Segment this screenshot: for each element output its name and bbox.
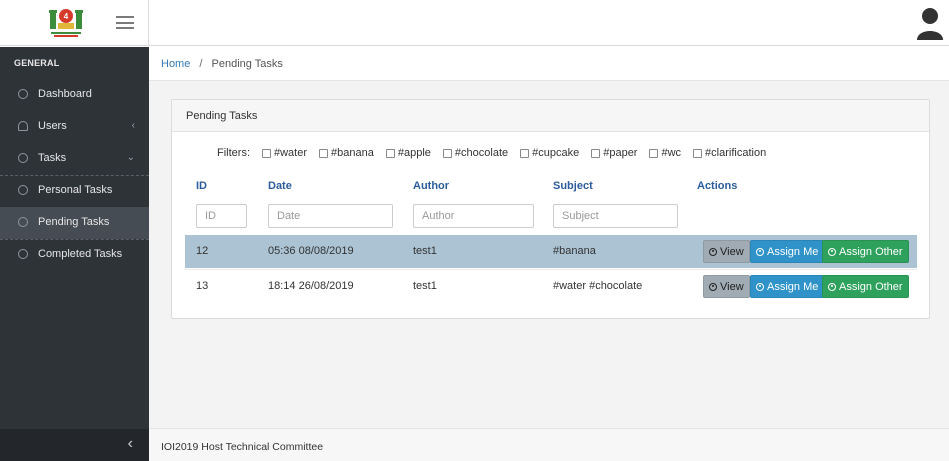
sidebar-item-users[interactable]: Users ‹ bbox=[0, 111, 149, 143]
column-header-author[interactable]: Author bbox=[413, 180, 449, 192]
filter-apple-checkbox[interactable]: #apple bbox=[385, 147, 431, 159]
cell-date: 18:14 26/08/2019 bbox=[268, 280, 354, 292]
cell-subject: #water #chocolate bbox=[553, 280, 643, 292]
sidebar-item-label: Pending Tasks bbox=[38, 216, 110, 228]
eye-icon bbox=[709, 282, 717, 291]
cell-id: 13 bbox=[196, 280, 209, 292]
hamburger-icon bbox=[116, 16, 134, 18]
user-icon bbox=[18, 121, 28, 131]
panel-title: Pending Tasks bbox=[172, 100, 929, 132]
assign-other-button[interactable]: Assign Other bbox=[822, 275, 909, 298]
filter-banana-checkbox[interactable]: #banana bbox=[319, 147, 374, 159]
sidebar-footer: ‹ bbox=[0, 429, 149, 461]
filter-wc-checkbox[interactable]: #wc bbox=[649, 147, 681, 159]
breadcrumb-home-link[interactable]: Home bbox=[161, 58, 190, 70]
dashboard-icon bbox=[18, 89, 28, 99]
filters-label: Filters: bbox=[217, 147, 250, 159]
page-footer: IOI2019 Host Technical Committee bbox=[149, 428, 949, 461]
column-header-date[interactable]: Date bbox=[268, 180, 292, 192]
sidebar-item-label: Users bbox=[38, 120, 67, 132]
eye-icon bbox=[709, 247, 717, 256]
filter-chocolate-checkbox[interactable]: #chocolate bbox=[442, 147, 508, 159]
sidebar-section-title: GENERAL bbox=[14, 58, 60, 68]
table-row[interactable]: 13 18:14 26/08/2019 test1 #water #chocol… bbox=[185, 269, 917, 302]
user-avatar-icon[interactable] bbox=[915, 6, 945, 40]
check-circle-icon bbox=[18, 153, 28, 163]
sidebar-item-completed-tasks[interactable]: Completed Tasks bbox=[0, 239, 149, 271]
assign-me-button[interactable]: Assign Me bbox=[750, 275, 825, 298]
breadcrumb: Home / Pending Tasks bbox=[149, 47, 949, 81]
target-icon bbox=[756, 282, 764, 291]
sidebar-item-label: Dashboard bbox=[38, 88, 92, 100]
target-icon bbox=[756, 247, 764, 256]
menu-toggle-button[interactable] bbox=[116, 16, 134, 29]
cell-subject: #banana bbox=[553, 245, 596, 257]
column-header-actions: Actions bbox=[697, 180, 738, 192]
breadcrumb-separator: / bbox=[199, 58, 203, 70]
cell-author: test1 bbox=[413, 245, 437, 257]
svg-text:4: 4 bbox=[64, 12, 69, 21]
chevron-left-icon: ‹ bbox=[131, 120, 135, 131]
sidebar-item-dashboard[interactable]: Dashboard bbox=[0, 79, 149, 111]
cell-author: test1 bbox=[413, 280, 437, 292]
pending-tasks-panel: Pending Tasks Filters: #water #banana #a… bbox=[171, 99, 930, 319]
filter-water-checkbox[interactable]: #water bbox=[262, 147, 307, 159]
filter-clarification-checkbox[interactable]: #clarification bbox=[693, 147, 766, 159]
check-circle-icon bbox=[18, 217, 28, 227]
subject-filter-input[interactable] bbox=[553, 204, 678, 228]
top-navbar: 4 bbox=[0, 0, 949, 46]
column-header-subject[interactable]: Subject bbox=[553, 180, 593, 192]
cell-id: 12 bbox=[196, 245, 209, 257]
target-icon bbox=[828, 247, 836, 256]
cell-date: 05:36 08/08/2019 bbox=[268, 245, 354, 257]
table-row[interactable]: 12 05:36 08/08/2019 test1 #banana View A… bbox=[185, 235, 917, 268]
main-content: Home / Pending Tasks Pending Tasks Filte… bbox=[149, 47, 949, 428]
date-filter-input[interactable] bbox=[268, 204, 393, 228]
view-button[interactable]: View bbox=[703, 275, 750, 298]
filter-paper-checkbox[interactable]: #paper bbox=[591, 147, 637, 159]
id-filter-input[interactable] bbox=[196, 204, 247, 228]
sidebar-item-label: Personal Tasks bbox=[38, 184, 113, 196]
view-button[interactable]: View bbox=[703, 240, 750, 263]
sidebar-item-label: Completed Tasks bbox=[38, 248, 123, 260]
sidebar-item-personal-tasks[interactable]: Personal Tasks bbox=[0, 175, 149, 207]
check-circle-icon bbox=[18, 249, 28, 259]
sidebar-item-label: Tasks bbox=[38, 152, 67, 164]
assign-other-button[interactable]: Assign Other bbox=[822, 240, 909, 263]
author-filter-input[interactable] bbox=[413, 204, 534, 228]
chevron-down-icon: ⌄ bbox=[126, 152, 135, 163]
check-circle-icon bbox=[18, 185, 28, 195]
filter-cupcake-checkbox[interactable]: #cupcake bbox=[520, 147, 579, 159]
sidebar-item-tasks[interactable]: Tasks ⌄ bbox=[0, 143, 149, 175]
sidebar: GENERAL Dashboard Users ‹ Tasks ⌄ Person… bbox=[0, 47, 149, 461]
filters-bar: Filters: #water #banana #apple #chocolat… bbox=[217, 147, 778, 159]
column-header-id[interactable]: ID bbox=[196, 180, 207, 192]
collapse-sidebar-icon[interactable]: ‹ bbox=[128, 435, 133, 453]
sidebar-item-pending-tasks[interactable]: Pending Tasks bbox=[0, 207, 149, 239]
assign-me-button[interactable]: Assign Me bbox=[750, 240, 825, 263]
target-icon bbox=[828, 282, 836, 291]
ioi2019-logo[interactable]: 4 bbox=[48, 5, 84, 39]
logo-area: 4 bbox=[0, 0, 149, 46]
breadcrumb-current: Pending Tasks bbox=[211, 58, 283, 70]
